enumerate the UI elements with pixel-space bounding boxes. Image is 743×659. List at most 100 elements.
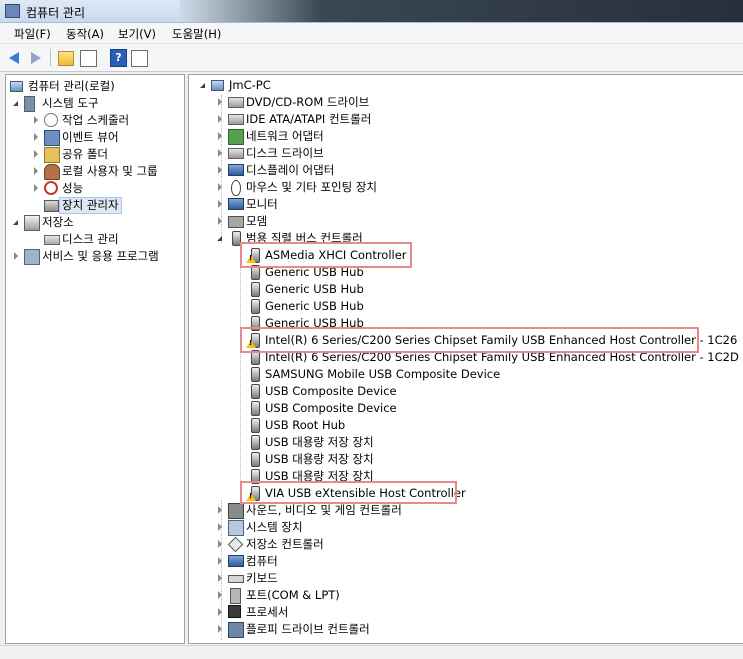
arrow-right-icon — [31, 52, 41, 64]
tree-item-computer-root[interactable]: JmC-PC — [199, 77, 399, 94]
toolbar-separator — [50, 49, 51, 66]
expand-toggle[interactable] — [218, 574, 222, 582]
expand-toggle[interactable] — [218, 557, 222, 565]
expand-toggle[interactable] — [218, 98, 222, 106]
title-bar-background — [180, 0, 743, 22]
expand-toggle[interactable] — [218, 200, 222, 208]
tree-item-label: USB Root Hub — [265, 418, 346, 432]
monitor-icon — [228, 198, 244, 210]
tree-item-disk-management[interactable]: 디스크 관리 — [32, 231, 178, 248]
tree-item-label: IDE ATA/ATAPI 컨트롤러 — [246, 112, 372, 126]
tree-item-system-tools[interactable]: 시스템 도구 — [12, 95, 178, 112]
disk-management-icon — [44, 235, 60, 245]
tree-item-ports[interactable]: 포트(COM & LPT) — [216, 587, 456, 604]
menu-file[interactable]: 파일(F) — [14, 26, 51, 42]
expand-toggle[interactable] — [217, 236, 222, 241]
tree-item-event-viewer[interactable]: 이벤트 뷰어 — [32, 129, 178, 146]
modem-icon — [228, 216, 244, 228]
tree-item-floppy-controllers[interactable]: 플로피 드라이브 컨트롤러 — [216, 621, 456, 638]
expand-toggle[interactable] — [34, 133, 38, 141]
menu-help[interactable]: 도움말(H) — [172, 26, 221, 42]
sound-icon — [228, 503, 244, 519]
device-tree[interactable]: JmC-PC DVD/CD-ROM 드라이브 IDE ATA/ATAPI 컨트롤… — [188, 74, 743, 644]
usb-device-root-hub[interactable]: USB Root Hub — [235, 417, 415, 434]
up-folder-button[interactable] — [58, 51, 74, 66]
expand-toggle[interactable] — [218, 166, 222, 174]
device-manager-icon — [44, 200, 59, 212]
usb-device-mass-storage[interactable]: USB 대용량 저장 장치 — [235, 434, 415, 451]
tree-item-disk-drives[interactable]: 디스크 드라이브 — [216, 145, 436, 162]
expand-toggle[interactable] — [218, 591, 222, 599]
tree-item-dvd-cdrom[interactable]: DVD/CD-ROM 드라이브 — [216, 94, 436, 111]
back-button[interactable] — [7, 49, 24, 66]
tree-item-network-adapters[interactable]: 네트워크 어댑터 — [216, 128, 436, 145]
expand-toggle[interactable] — [34, 116, 38, 124]
tree-item-storage-controllers[interactable]: 저장소 컨트롤러 — [216, 536, 456, 553]
properties-button[interactable] — [80, 50, 97, 67]
tree-item-storage[interactable]: 저장소 — [12, 214, 178, 231]
tree-item-local-users[interactable]: 로컬 사용자 및 그룹 — [32, 163, 178, 180]
forward-button[interactable] — [27, 49, 44, 66]
show-hide-pane-button[interactable] — [131, 50, 148, 67]
expand-toggle[interactable] — [34, 167, 38, 175]
tree-item-mice[interactable]: 마우스 및 기타 포인팅 장치 — [216, 179, 436, 196]
usb-icon — [251, 299, 260, 314]
expand-toggle[interactable] — [218, 625, 222, 633]
tree-item-performance[interactable]: 성능 — [32, 180, 178, 197]
tree-item-label: 장치 관리자 — [59, 197, 122, 214]
usb-device-generic-hub[interactable]: Generic USB Hub — [235, 298, 415, 315]
tree-item-processors[interactable]: 프로세서 — [216, 604, 456, 621]
tree-item-label: 모니터 — [246, 197, 278, 211]
expand-toggle[interactable] — [218, 540, 222, 548]
navigation-tree[interactable]: 컴퓨터 관리(로컬) 시스템 도구 작업 스케줄러 이벤트 뷰어 공유 폴더 로… — [5, 74, 185, 644]
window-title: 컴퓨터 관리 — [26, 6, 86, 20]
tree-item-computer[interactable]: 컴퓨터 — [216, 553, 456, 570]
tree-item-sound-video-game[interactable]: 사운드, 비디오 및 게임 컨트롤러 — [216, 502, 456, 519]
expand-toggle[interactable] — [218, 132, 222, 140]
tree-item-label: SAMSUNG Mobile USB Composite Device — [265, 367, 501, 381]
mouse-icon — [231, 180, 241, 196]
expand-toggle[interactable] — [218, 183, 222, 191]
tree-item-system-devices[interactable]: 시스템 장치 — [216, 519, 456, 536]
tree-item-label: 플로피 드라이브 컨트롤러 — [246, 622, 370, 636]
expand-toggle[interactable] — [14, 252, 18, 260]
expand-toggle[interactable] — [200, 83, 205, 88]
menu-action[interactable]: 동작(A) — [66, 26, 104, 42]
expand-toggle[interactable] — [13, 101, 18, 106]
usb-device-generic-hub[interactable]: Generic USB Hub — [235, 281, 415, 298]
tree-item-services-apps[interactable]: 서비스 및 응용 프로그램 — [12, 248, 178, 265]
tree-item-modems[interactable]: 모뎀 — [216, 213, 436, 230]
expand-toggle[interactable] — [34, 184, 38, 192]
tree-item-label: DVD/CD-ROM 드라이브 — [246, 95, 370, 109]
expand-toggle[interactable] — [218, 506, 222, 514]
tree-item-label: 디스크 관리 — [62, 232, 119, 246]
tree-item-task-scheduler[interactable]: 작업 스케줄러 — [32, 112, 178, 129]
expand-toggle[interactable] — [34, 150, 38, 158]
usb-device-mass-storage[interactable]: USB 대용량 저장 장치 — [235, 451, 415, 468]
tree-item-monitors[interactable]: 모니터 — [216, 196, 436, 213]
help-button[interactable]: ? — [110, 49, 127, 67]
tree-item-label: 키보드 — [246, 571, 278, 585]
tree-item-computer-management[interactable]: 컴퓨터 관리(로컬) — [8, 78, 178, 95]
expand-toggle[interactable] — [218, 115, 222, 123]
tree-item-shared-folders[interactable]: 공유 폴더 — [32, 146, 178, 163]
tree-item-ide-controller[interactable]: IDE ATA/ATAPI 컨트롤러 — [216, 111, 436, 128]
tree-item-display-adapters[interactable]: 디스플레이 어댑터 — [216, 162, 436, 179]
tree-item-device-manager[interactable]: 장치 관리자 — [32, 197, 178, 214]
tree-item-label: USB 대용량 저장 장치 — [265, 452, 374, 466]
shared-folder-icon — [44, 147, 60, 163]
computer-icon — [228, 555, 244, 567]
tree-item-keyboards[interactable]: 키보드 — [216, 570, 456, 587]
tree-item-label: 시스템 도구 — [42, 96, 99, 110]
menu-view[interactable]: 보기(V) — [118, 26, 156, 42]
usb-device-samsung-composite[interactable]: SAMSUNG Mobile USB Composite Device — [235, 366, 500, 383]
expand-toggle[interactable] — [218, 608, 222, 616]
expand-toggle[interactable] — [13, 220, 18, 225]
expand-toggle[interactable] — [218, 149, 222, 157]
expand-toggle[interactable] — [218, 523, 222, 531]
expand-toggle[interactable] — [218, 217, 222, 225]
highlight-box-intel-1c26 — [240, 327, 699, 353]
usb-device-composite[interactable]: USB Composite Device — [235, 383, 415, 400]
arrow-left-icon — [9, 52, 19, 64]
usb-device-composite[interactable]: USB Composite Device — [235, 400, 415, 417]
